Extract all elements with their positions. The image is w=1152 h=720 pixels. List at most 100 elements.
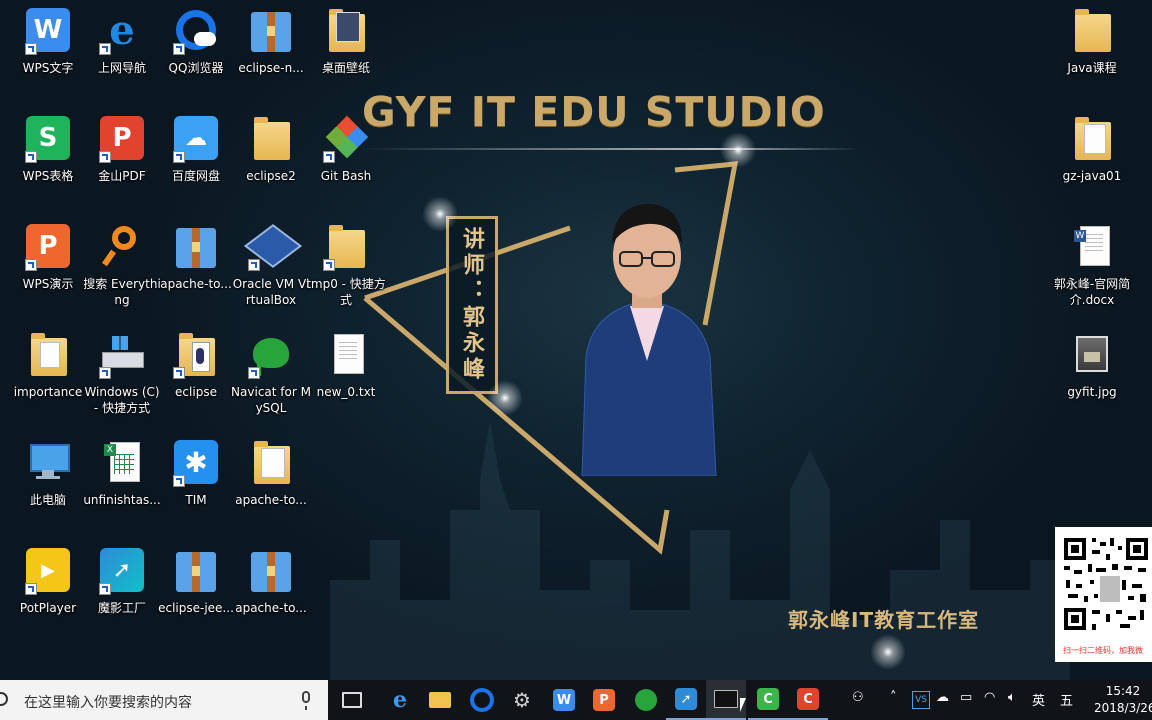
- icon-label: 桌面壁纸: [321, 61, 370, 75]
- task-view-icon: [342, 692, 362, 708]
- desktop-icon-potplayer[interactable]: ▶ PotPlayer: [10, 542, 86, 638]
- desktop-icon-gyfit-jpg[interactable]: gyfit.jpg: [1054, 326, 1130, 422]
- ime-language[interactable]: 英: [1032, 690, 1045, 709]
- qq-browser-icon: [470, 688, 494, 712]
- folder-icon: [1068, 6, 1116, 54]
- desktop-icon-moying[interactable]: ➚ 魔影工厂: [84, 542, 160, 638]
- folder-icon: [247, 114, 295, 162]
- icon-label: gyfit.jpg: [1067, 385, 1117, 399]
- taskbar-camtasia[interactable]: C: [748, 680, 788, 720]
- taskbar-settings[interactable]: ⚙: [502, 680, 542, 720]
- icon-label: eclipse2: [246, 169, 296, 183]
- desktop-icon-wps-presentation[interactable]: P WPS演示: [10, 218, 86, 314]
- taskbar-navicat[interactable]: [626, 680, 666, 720]
- gear-icon: ⚙: [513, 688, 531, 712]
- desktop-icon-new-txt[interactable]: new_0.txt: [308, 326, 384, 422]
- desktop-icon-everything[interactable]: 搜索 Everything: [83, 218, 161, 314]
- desktop-icon-apache-tomcat-folder[interactable]: apache-to...: [233, 434, 309, 530]
- navicat-icon: [247, 330, 295, 379]
- taskbar-recorder[interactable]: C: [788, 680, 828, 720]
- icon-label: QQ浏览器: [168, 61, 224, 75]
- desktop-icon-this-pc[interactable]: 此电脑: [10, 434, 86, 530]
- folder-icon: [322, 222, 370, 271]
- icon-label: unfinishtas...: [83, 493, 161, 507]
- desktop-icon-virtualbox[interactable]: Oracle VM VirtualBox: [233, 218, 309, 314]
- battery-icon[interactable]: ▭: [960, 690, 972, 705]
- desktop-icon-qq-browser[interactable]: QQ浏览器: [158, 2, 234, 98]
- light-flare: [487, 380, 523, 416]
- desktop-icon-apache-tomcat-zip[interactable]: apache-to...: [158, 218, 234, 314]
- ime-mode[interactable]: 五: [1060, 690, 1073, 709]
- microphone-icon[interactable]: [302, 691, 310, 710]
- folder-icon: [247, 438, 295, 486]
- folder-icon: [24, 330, 72, 378]
- icon-label: importance: [13, 385, 83, 399]
- task-view-button[interactable]: [332, 680, 372, 720]
- people-icon[interactable]: ⚇: [852, 690, 864, 705]
- cloud-icon[interactable]: ☁: [936, 690, 949, 705]
- desktop-icon-gz-java01[interactable]: gz-java01: [1054, 110, 1130, 206]
- icon-label: gz-java01: [1062, 169, 1122, 183]
- folder-icon: [429, 692, 451, 708]
- taskbar-photo-app[interactable]: ➚: [666, 680, 706, 720]
- desktop-icon-baidu-netdisk[interactable]: ☁ 百度网盘: [158, 110, 234, 206]
- desktop-icon-intro-docx[interactable]: W 郭永峰-官网简介.docx: [1054, 218, 1130, 314]
- wps-spreadsheet-icon: S: [24, 114, 72, 163]
- desktop-icon-kingsoft-pdf[interactable]: P 金山PDF: [84, 110, 160, 206]
- icon-label: apache-to...: [235, 601, 307, 615]
- desktop-icon-wallpapers[interactable]: 桌面壁纸: [308, 2, 384, 98]
- chevron-up-icon[interactable]: ˄: [890, 690, 897, 705]
- icon-label: WPS表格: [22, 169, 74, 183]
- text-file-icon: [322, 330, 370, 378]
- search-placeholder: 在这里输入你要搜索的内容: [24, 695, 192, 711]
- archive-icon: [172, 222, 220, 270]
- wifi-icon[interactable]: ◠: [984, 690, 995, 705]
- vmware-tray-icon[interactable]: VS: [912, 691, 930, 709]
- icon-label: 金山PDF: [98, 169, 146, 183]
- desktop-icon-windows-c[interactable]: Windows (C) - 快捷方式: [84, 326, 160, 422]
- desktop-icon-importance[interactable]: importance: [10, 326, 86, 422]
- lecturer-name: 讲师：郭永峰: [459, 227, 485, 383]
- icon-label: new_0.txt: [316, 385, 376, 399]
- word-doc-icon: W: [1068, 222, 1116, 270]
- icon-label: Oracle VM VirtualBox: [232, 277, 310, 307]
- desktop-icon-eclipse-jee[interactable]: eclipse-jee...: [158, 542, 234, 638]
- desktop-icon-tim[interactable]: ✱ TIM: [158, 434, 234, 530]
- desktop-icon-navicat[interactable]: Navicat for MySQL: [231, 326, 311, 422]
- taskbar-wps-presentation[interactable]: P: [584, 680, 624, 720]
- taskbar-file-explorer[interactable]: [420, 680, 460, 720]
- icon-label: Java课程: [1067, 61, 1117, 75]
- desktop-icon-git-bash[interactable]: Git Bash: [308, 110, 384, 206]
- desktop-icon-tmp0[interactable]: tmp0 - 快捷方式: [306, 218, 386, 314]
- icon-label: TIM: [185, 493, 207, 507]
- drive-icon: [98, 330, 146, 379]
- volume-icon[interactable]: 🔈︎: [1008, 690, 1016, 705]
- light-flare: [422, 196, 458, 232]
- qr-code-panel: 扫一扫二维码，加我微: [1055, 527, 1152, 662]
- icon-label: apache-to...: [160, 277, 232, 291]
- tim-icon: ✱: [172, 438, 220, 487]
- desktop-icon-apache-tomcat-zip2[interactable]: apache-to...: [233, 542, 309, 638]
- taskbar-qq-browser[interactable]: [462, 680, 502, 720]
- icon-label: tmp0 - 快捷方式: [306, 277, 386, 307]
- system-clock[interactable]: 15:42 2018/3/26: [1094, 683, 1152, 717]
- desktop-icon-eclipse2[interactable]: eclipse2: [233, 110, 309, 206]
- lecturer-photo: [581, 204, 717, 476]
- ie-browser-icon: e: [98, 6, 146, 55]
- desktop-icon-unfinishtasks[interactable]: X unfinishtas...: [83, 434, 161, 530]
- icon-label: eclipse-n...: [238, 61, 304, 75]
- desktop-icon-java-course[interactable]: Java课程: [1054, 2, 1130, 98]
- desktop-icon-wps-spreadsheet[interactable]: S WPS表格: [10, 110, 86, 206]
- potplayer-icon: ▶: [24, 546, 72, 595]
- desktop-icon-eclipse[interactable]: eclipse: [158, 326, 234, 422]
- desktop-icon-wps-writer[interactable]: W WPS文字: [10, 2, 86, 98]
- computer-icon: [24, 438, 72, 486]
- taskbar-search-box[interactable]: 在这里输入你要搜索的内容: [0, 680, 328, 720]
- desktop-icon-ie-nav[interactable]: e 上网导航: [84, 2, 160, 98]
- taskbar-edge[interactable]: e: [380, 680, 420, 720]
- icon-label: 郭永峰-官网简介.docx: [1053, 277, 1131, 307]
- icon-label: 搜索 Everything: [83, 277, 161, 307]
- photo-app-icon: ➚: [675, 688, 697, 710]
- taskbar-wps-writer[interactable]: W: [544, 680, 584, 720]
- desktop-icon-eclipse-neon[interactable]: eclipse-n...: [233, 2, 309, 98]
